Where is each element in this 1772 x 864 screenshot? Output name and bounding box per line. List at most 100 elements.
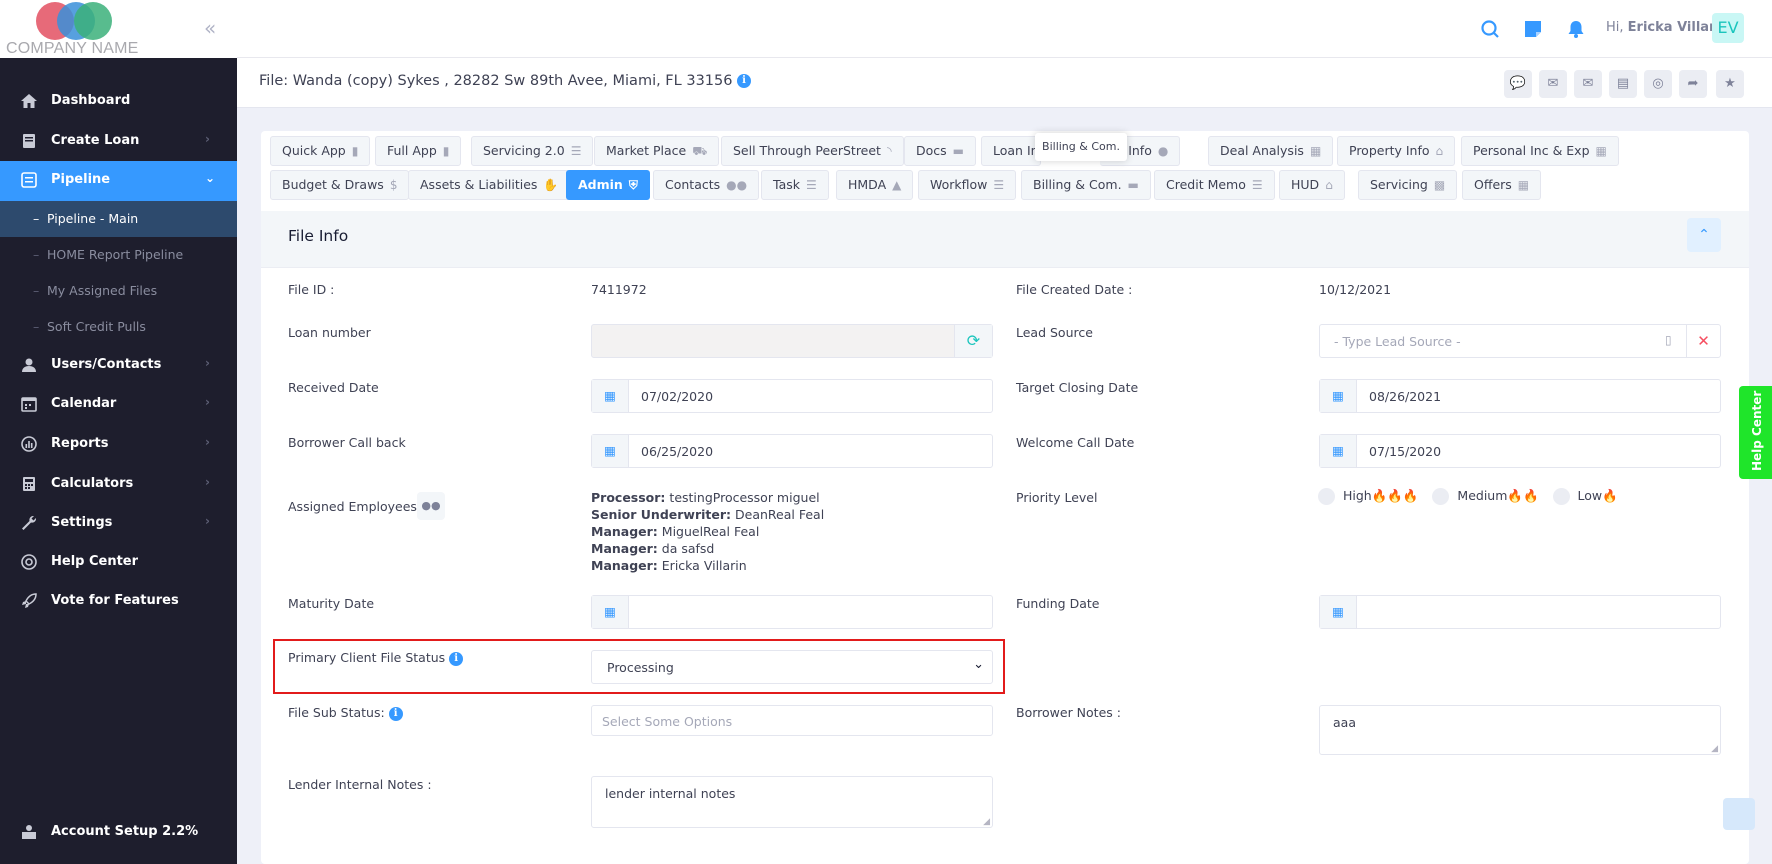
sidebar-subitem-my-assigned-files[interactable]: – My Assigned Files <box>0 273 237 309</box>
tab-credit-memo[interactable]: Credit Memo ☰ <box>1154 170 1275 200</box>
resize-handle-icon[interactable]: ◢ <box>1711 744 1718 754</box>
primary-status-select[interactable]: Processing ⌄ <box>591 650 993 684</box>
sidebar-subitem-label: Soft Credit Pulls <box>47 319 146 334</box>
sidebar-subitem-soft-credit-pulls[interactable]: – Soft Credit Pulls <box>0 309 237 345</box>
workflow-icon: ☰ <box>993 178 1005 192</box>
borrower-callback-input[interactable]: ▦ 06/25/2020 <box>591 434 993 468</box>
email-button[interactable]: ✉ <box>1539 70 1567 98</box>
scroll-button[interactable] <box>1723 798 1755 830</box>
borrower-callback-value: 06/25/2020 <box>641 444 714 459</box>
priority-level-label: Priority Level <box>1016 490 1098 505</box>
handshake-icon: ▩ <box>1433 178 1446 192</box>
tab-personal-inc-exp[interactable]: Personal Inc & Exp ▦ <box>1461 136 1619 166</box>
favorite-button[interactable]: ★ <box>1716 70 1744 98</box>
received-date-input[interactable]: ▦ 07/02/2020 <box>591 379 993 413</box>
company-logo[interactable]: COMPANY NAME <box>0 0 237 58</box>
sidebar-item-calendar[interactable]: Calendar › <box>0 385 237 423</box>
sidebar-item-pipeline[interactable]: Pipeline ⌄ <box>0 161 237 201</box>
funding-date-input[interactable]: ▦ <box>1319 595 1721 629</box>
sidebar-item-users-contacts[interactable]: Users/Contacts › <box>0 346 237 384</box>
refresh-icon[interactable]: ⟳ <box>954 325 992 357</box>
radio-button[interactable] <box>1318 488 1335 505</box>
gift-icon: ▦ <box>1517 178 1530 192</box>
tab-docs[interactable]: Docs ▬ <box>904 136 977 166</box>
sidebar-item-reports[interactable]: Reports › <box>0 425 237 463</box>
tab-offers[interactable]: Offers ▦ <box>1462 170 1542 200</box>
sidebar-item-help-center[interactable]: Help Center <box>0 543 237 581</box>
avatar[interactable]: EV <box>1712 13 1744 43</box>
tab-market-place[interactable]: Market Place ⛟ <box>594 136 720 166</box>
info-icon[interactable]: i <box>388 706 403 721</box>
lender-notes-label: Lender Internal Notes : <box>288 777 432 792</box>
sidebar-item-vote-for-features[interactable]: Vote for Features <box>0 582 237 620</box>
priority-medium-radio[interactable]: Medium🔥🔥 <box>1432 488 1539 505</box>
loan-number-input[interactable]: ⟳ <box>591 324 993 358</box>
tab-sell-through-peerstreet[interactable]: Sell Through PeerStreet ◝ <box>721 136 904 166</box>
tab-assets-liabilities[interactable]: Assets & Liabilities ✋ <box>408 170 571 200</box>
resize-handle-icon[interactable]: ◢ <box>983 817 990 827</box>
tab-contacts[interactable]: Contacts ●● <box>653 170 760 200</box>
tab-full-app[interactable]: Full App ▮ <box>375 136 462 166</box>
double-chevron-left-icon[interactable]: « <box>204 16 216 40</box>
notes-icon[interactable] <box>1522 18 1544 40</box>
calendar-icon[interactable]: ▦ <box>592 380 629 412</box>
sub-status-multiselect[interactable]: Select Some Options <box>591 705 993 736</box>
tab-workflow[interactable]: Workflow ☰ <box>918 170 1017 200</box>
sidebar-item-settings[interactable]: Settings › <box>0 504 237 542</box>
chat-button[interactable]: 💬 <box>1504 70 1532 98</box>
share-button[interactable]: ➦ <box>1679 70 1707 98</box>
tab-loan-info[interactable]: Loan In <box>981 136 1041 166</box>
tab-servicing-2[interactable]: Servicing 2.0 ☰ <box>471 136 594 166</box>
employee-row: Processor: testingProcessor miguel <box>591 489 824 506</box>
globe-button[interactable]: ◎ <box>1644 70 1672 98</box>
radio-button[interactable] <box>1432 488 1450 505</box>
user-greeting[interactable]: Hi, Ericka Villarin <box>1606 20 1729 35</box>
tab-hmda[interactable]: HMDA ▲ <box>836 170 914 200</box>
calendar-icon[interactable]: ▦ <box>592 596 629 628</box>
priority-high-radio[interactable]: High🔥🔥🔥 <box>1318 488 1418 505</box>
page-title: File: Wanda (copy) Sykes , 28282 Sw 89th… <box>259 73 752 89</box>
employee-name: MiguelReal Feal <box>661 524 760 539</box>
calendar-icon[interactable]: ▦ <box>592 435 629 467</box>
search-icon[interactable] <box>1479 18 1501 40</box>
sidebar-item-create-loan[interactable]: Create Loan › <box>0 122 237 160</box>
calendar-icon[interactable]: ▦ <box>1320 596 1357 628</box>
info-icon[interactable]: i <box>737 74 752 88</box>
calendar-icon[interactable]: ▦ <box>1320 380 1357 412</box>
tab-quick-app[interactable]: Quick App ▮ <box>270 136 371 166</box>
target-closing-input[interactable]: ▦ 08/26/2021 <box>1319 379 1721 413</box>
lender-notes-textarea[interactable]: lender internal notes ◢ <box>591 776 993 828</box>
maturity-date-input[interactable]: ▦ <box>591 595 993 629</box>
collapse-section-button[interactable]: ⌃ <box>1687 218 1721 252</box>
employee-row: Manager: da safsd <box>591 540 824 557</box>
tab-hud[interactable]: HUD ⌂ <box>1279 170 1345 200</box>
document-button[interactable]: ▤ <box>1609 70 1637 98</box>
radio-button[interactable] <box>1552 488 1570 505</box>
priority-low-radio[interactable]: Low🔥 <box>1552 488 1618 505</box>
top-bar: COMPANY NAME « Hi, Ericka Villarin EV <box>0 0 1772 58</box>
sidebar-item-calculators[interactable]: Calculators › <box>0 465 237 503</box>
help-center-tab[interactable]: Help Center <box>1739 386 1772 479</box>
info-icon[interactable]: i <box>449 651 464 666</box>
welcome-call-input[interactable]: ▦ 07/15/2020 <box>1319 434 1721 468</box>
sidebar-item-dashboard[interactable]: Dashboard <box>0 82 237 120</box>
sidebar-subitem-home-report-pipeline[interactable]: – HOME Report Pipeline <box>0 237 237 273</box>
sidebar-subitem-pipeline-main[interactable]: – Pipeline - Main <box>0 201 237 237</box>
borrower-notes-textarea[interactable]: aaa ◢ <box>1319 705 1721 755</box>
account-setup[interactable]: Account Setup 2.2% <box>0 814 237 850</box>
tab-servicing[interactable]: Servicing ▩ <box>1358 170 1458 200</box>
tab-task[interactable]: Task ☰ <box>761 170 829 200</box>
welcome-call-value: 07/15/2020 <box>1369 444 1442 459</box>
tab-billing-com[interactable]: Billing & Com. ▬ <box>1021 170 1151 200</box>
calendar-icon[interactable]: ▦ <box>1320 435 1357 467</box>
tab-budget-draws[interactable]: Budget & Draws $ <box>270 170 410 200</box>
tab-deal-analysis[interactable]: Deal Analysis ▦ <box>1208 136 1334 166</box>
send-mail-button[interactable]: ✉ <box>1574 70 1602 98</box>
lead-source-input[interactable]: - Type Lead Source - ▯ ✕ <box>1319 324 1721 358</box>
tab-property-info[interactable]: Property Info ⌂ <box>1337 136 1456 166</box>
clipboard-icon[interactable]: ▯ <box>1665 333 1672 347</box>
tab-admin[interactable]: Admin ⛨ <box>566 170 650 200</box>
clear-lead-source-icon[interactable]: ✕ <box>1686 325 1720 357</box>
assign-employees-button[interactable]: ●● <box>417 492 445 520</box>
bell-icon[interactable] <box>1565 18 1587 40</box>
